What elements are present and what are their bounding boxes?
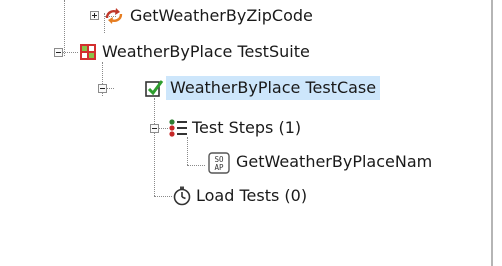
teststeps-icon [169,119,187,137]
tree-node-label: GetWeatherByPlaceNam [236,152,433,171]
tree-line [154,98,155,196]
tree-line [187,165,205,166]
tree-node-label: WeatherByPlace TestCase [166,76,381,100]
soap-request-icon: SO AP [208,152,230,174]
svg-text:AP: AP [214,163,224,172]
panel-splitter[interactable] [491,0,493,266]
testcase-icon [145,80,164,97]
tree-node-label: GetWeatherByZipCode [130,6,313,25]
tree-node-label: WeatherByPlace TestSuite [102,42,310,61]
stopwatch-icon [173,186,191,206]
tree-line [187,137,188,165]
testsuite-icon [80,44,96,60]
expand-toggle[interactable] [90,11,99,20]
collapse-toggle[interactable] [54,48,63,57]
tree-node-label: Load Tests (0) [196,186,308,205]
tree-node-label: Test Steps (1) [192,118,302,137]
collapse-toggle[interactable] [150,124,159,133]
project-tree-panel: GetWeatherByZipCode WeatherByPlace TestS… [0,0,491,266]
tree-line [154,196,172,197]
tree-line [64,0,65,56]
operation-icon [105,8,123,24]
collapse-toggle[interactable] [98,84,107,93]
